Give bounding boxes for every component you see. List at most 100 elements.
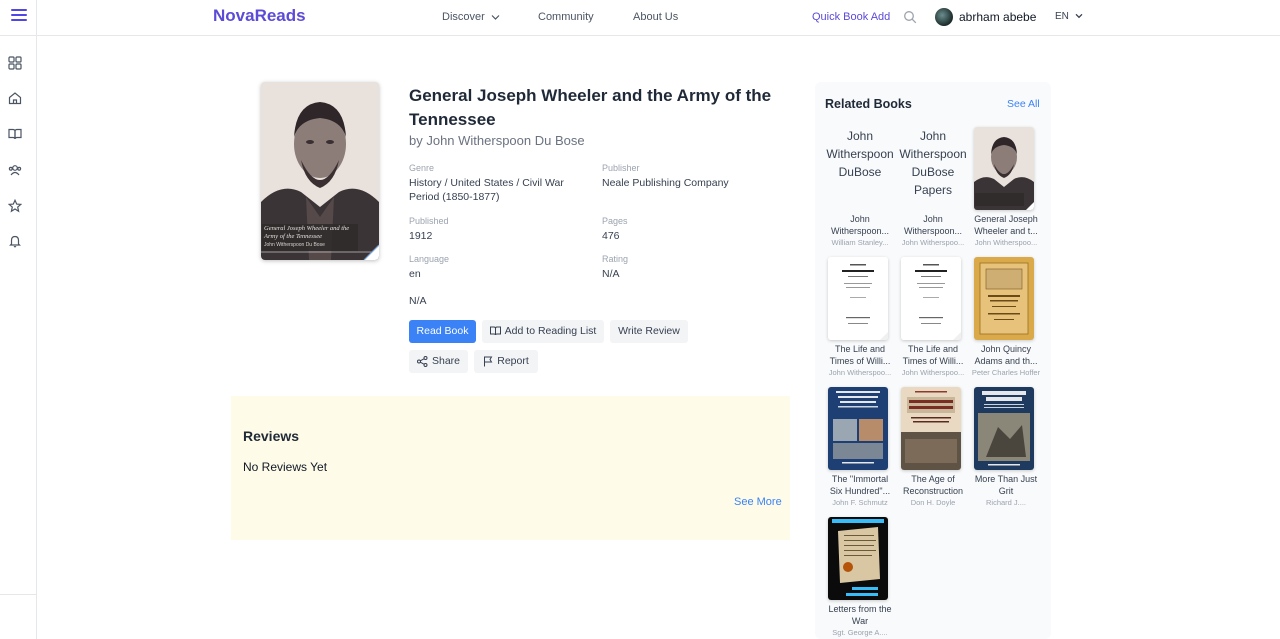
report-button[interactable]: Report: [474, 350, 538, 373]
no-reviews-message: No Reviews Yet: [243, 460, 328, 474]
publisher-label: Publisher: [602, 163, 640, 173]
related-book-cover: [828, 387, 888, 470]
language-meta-label: Language: [409, 254, 450, 264]
nav-discover[interactable]: Discover: [442, 11, 500, 23]
sidebar: [0, 0, 37, 639]
see-more-link[interactable]: See More: [734, 496, 782, 508]
related-book-author: Peter Charles Hoffer: [971, 368, 1041, 377]
avatar[interactable]: [935, 8, 953, 26]
chevron-down-icon: [1075, 14, 1083, 19]
related-book-card[interactable]: John Witherspoon DuBose John Witherspoon…: [825, 127, 895, 247]
related-book-title: More Than Just Grit: [974, 474, 1038, 496]
related-book-title: John Quincy Adams and th...: [974, 344, 1038, 366]
rating-label: Rating: [602, 254, 629, 264]
related-book-author: John Witherspoo...: [828, 368, 892, 377]
related-book-author: Don H. Doyle: [910, 498, 956, 507]
related-book-cover: [828, 257, 888, 340]
share-icon: [416, 355, 428, 367]
related-book-title: The Life and Times of Willi...: [829, 344, 891, 366]
related-book-author: Sgt. George A....: [832, 628, 888, 637]
related-book-cover: [974, 257, 1034, 340]
share-button[interactable]: Share: [409, 350, 468, 373]
related-books-title: Related Books: [825, 97, 912, 111]
extra-value: N/A: [409, 295, 427, 307]
related-book-title: The "Immortal Six Hundred"...: [829, 474, 891, 496]
related-book-author: John Witherspoo...: [901, 368, 965, 377]
reviews-title: Reviews: [243, 428, 300, 444]
published-label: Published: [409, 216, 449, 226]
related-book-card[interactable]: The "Immortal Six Hundred"... John F. Sc…: [825, 387, 895, 507]
search-icon[interactable]: [903, 10, 917, 24]
logo[interactable]: NovaReads: [213, 6, 306, 26]
related-book-card[interactable]: The Age of Reconstruction Don H. Doyle: [898, 387, 968, 507]
related-book-title: General Joseph Wheeler and t...: [974, 214, 1038, 236]
related-book-card[interactable]: John Witherspoon DuBose Papers John With…: [898, 127, 968, 247]
home-icon[interactable]: [8, 91, 22, 105]
rating-value: N/A: [602, 268, 620, 280]
related-book-author: John Witherspoo...: [901, 238, 965, 247]
sidebar-divider: [0, 35, 37, 36]
write-review-button[interactable]: Write Review: [610, 320, 688, 343]
cover-title: General Joseph Wheeler and the Army of t…: [264, 225, 350, 240]
related-book-card[interactable]: More Than Just Grit Richard J....: [971, 387, 1041, 507]
related-book-title: The Life and Times of Willi...: [902, 344, 964, 366]
language-meta-value: en: [409, 268, 421, 280]
report-label: Report: [497, 355, 529, 367]
book-cover-alt-text: John Witherspoon DuBose: [826, 129, 894, 179]
top-navigation: NovaReads Discover Community About Us Qu…: [37, 0, 1280, 36]
reviews-section: Reviews No Reviews Yet See More: [231, 396, 790, 540]
nav-discover-label: Discover: [442, 11, 485, 23]
language-label: EN: [1055, 11, 1069, 22]
pages-value: 476: [602, 230, 620, 242]
related-book-card[interactable]: The Life and Times of Willi... John With…: [825, 257, 895, 377]
related-book-author: John F. Schmutz: [832, 498, 888, 507]
related-book-card[interactable]: The Life and Times of Willi... John With…: [898, 257, 968, 377]
add-to-reading-list-label: Add to Reading List: [504, 325, 597, 337]
sidebar-divider-bottom: [0, 594, 37, 595]
related-book-title: John Witherspoon...: [903, 214, 963, 236]
see-all-link[interactable]: See All: [1007, 98, 1040, 110]
related-book-author: John Witherspoo...: [974, 238, 1038, 247]
username[interactable]: abrham abebe: [959, 10, 1036, 24]
related-book-card[interactable]: General Joseph Wheeler and t... John Wit…: [971, 127, 1041, 247]
share-label: Share: [431, 355, 461, 367]
related-books-panel: Related Books See All John Witherspoon D…: [815, 82, 1051, 639]
related-book-cover: [974, 127, 1034, 210]
language-selector[interactable]: EN: [1055, 11, 1083, 22]
users-icon[interactable]: [8, 163, 22, 177]
star-icon[interactable]: [8, 199, 22, 213]
related-book-title: Letters from the War: [828, 604, 892, 626]
book-cover-alt-text: John Witherspoon DuBose Papers: [899, 129, 967, 197]
related-book-author: William Stanley...: [831, 238, 889, 247]
related-book-cover: [974, 387, 1034, 470]
book-title: General Joseph Wheeler and the Army of t…: [409, 86, 772, 129]
chevron-down-icon: [491, 14, 500, 20]
related-book-author: Richard J....: [985, 498, 1026, 507]
related-book-card[interactable]: John Quincy Adams and th... Peter Charle…: [971, 257, 1041, 377]
related-book-card[interactable]: Letters from the War Sgt. George A....: [825, 517, 895, 637]
genre-value: History / United States / Civil War Peri…: [409, 177, 564, 203]
related-book-cover: [828, 517, 888, 600]
book-author[interactable]: by John Witherspoon Du Bose: [409, 133, 585, 148]
read-book-button[interactable]: Read Book: [409, 320, 476, 343]
published-value: 1912: [409, 230, 433, 242]
menu-icon[interactable]: [11, 9, 27, 25]
flag-icon: [484, 356, 493, 367]
publisher-value: Neale Publishing Company: [602, 177, 729, 189]
bell-icon[interactable]: [8, 234, 22, 248]
related-book-title: The Age of Reconstruction: [902, 474, 964, 496]
cover-author: John Witherspoon Du Bose: [264, 242, 325, 248]
nav-community[interactable]: Community: [538, 11, 594, 23]
book-cover: General Joseph Wheeler and the Army of t…: [261, 82, 379, 260]
pages-label: Pages: [602, 216, 628, 226]
book-open-icon[interactable]: [8, 127, 22, 141]
related-book-cover: [901, 387, 961, 470]
book-icon: [489, 326, 501, 336]
related-book-title: John Witherspoon...: [830, 214, 890, 236]
related-book-cover: [901, 257, 961, 340]
grid-icon[interactable]: [8, 56, 22, 70]
nav-about-us[interactable]: About Us: [633, 11, 678, 23]
quick-book-add-link[interactable]: Quick Book Add: [812, 11, 890, 23]
genre-label: Genre: [409, 163, 435, 173]
add-to-reading-list-button[interactable]: Add to Reading List: [482, 320, 604, 343]
